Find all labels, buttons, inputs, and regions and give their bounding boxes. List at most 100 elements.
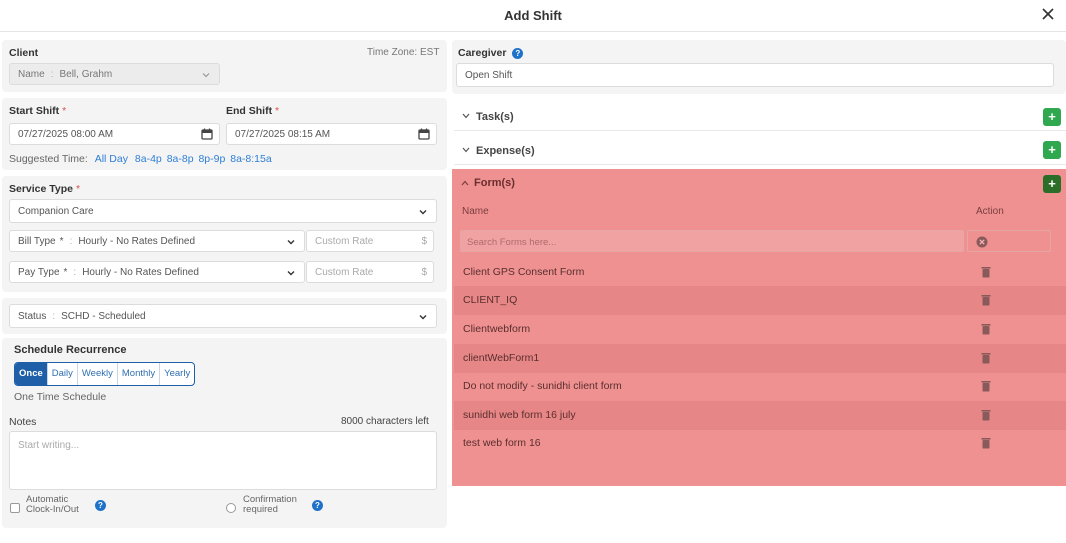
client-label: Client [9,47,39,59]
form-name: CLIENT_IQ [463,294,518,306]
chevron-down-icon [462,147,470,153]
tasks-label: Task(s) [476,111,514,123]
bill-custom-rate-input[interactable]: Custom Rate $ [306,230,434,252]
bill-type-value: Hourly - No Rates Defined [78,235,196,247]
form-name: Do not modify - sunidhi client form [463,380,622,392]
forms-section: Form(s) + Name Action Search Forms here.… [452,169,1066,486]
trash-icon[interactable] [981,266,991,278]
auto-clock-checkbox[interactable] [10,503,20,513]
end-shift-label: End Shift * [226,105,280,117]
status-value: SCHD - Scheduled [61,310,146,322]
trash-icon[interactable] [981,294,991,306]
status-label: Status [18,310,47,322]
caregiver-label: Caregiver ? [458,47,524,59]
recurrence-toggle: Once Daily Weekly Monthly Yearly [14,362,196,386]
form-row: clientWebForm1 [454,344,1066,373]
trash-icon[interactable] [981,409,991,421]
chevron-down-icon [287,271,295,276]
forms-col-action: Action [976,206,1004,217]
currency-symbol: $ [421,235,427,247]
form-row: CLIENT_IQ [454,286,1066,315]
chevron-down-icon [419,315,427,320]
close-button[interactable] [1036,2,1060,26]
form-name: Clientwebform [463,323,531,335]
recurrence-weekly[interactable]: Weekly [78,363,118,385]
suggested-8a-815a[interactable]: 8a-8:15a [230,153,271,165]
add-task-button[interactable]: + [1043,108,1061,126]
chevron-down-icon [287,240,295,245]
add-form-button[interactable]: + [1043,175,1061,193]
suggested-8a-8p[interactable]: 8a-8p [167,153,194,165]
client-name-value: Bell, Grahm [59,68,113,80]
pay-type-value: Hourly - No Rates Defined [82,266,199,278]
modal-header: Add Shift [0,0,1066,32]
client-name-select[interactable]: Name : Bell, Grahm [9,63,220,85]
form-row: Clientwebform [454,315,1066,344]
notes-label: Notes [9,416,37,428]
form-row: Do not modify - sunidhi client form [454,372,1066,401]
pay-custom-rate-input[interactable]: Custom Rate $ [306,261,434,283]
caregiver-help-icon[interactable]: ? [512,47,524,59]
calendar-icon[interactable] [201,128,213,140]
suggested-time-label: Suggested Time: [9,153,88,165]
recurrence-once[interactable]: Once [15,363,48,385]
chevron-down-icon [202,73,210,78]
currency-symbol: $ [421,266,427,278]
recurrence-monthly[interactable]: Monthly [118,363,161,385]
form-name: Client GPS Consent Form [463,266,585,278]
form-row: test web form 16 [454,429,1066,458]
form-name: test web form 16 [463,437,541,449]
confirmation-help-icon[interactable]: ? [312,500,323,511]
client-name-prefix: Name [18,68,45,80]
forms-label: Form(s) [474,177,515,189]
form-name: clientWebForm1 [463,352,540,364]
pay-type-label: Pay Type [18,266,60,278]
recurrence-yearly[interactable]: Yearly [160,363,194,385]
suggested-all-day[interactable]: All Day [95,153,128,165]
clear-icon [976,236,988,248]
trash-icon[interactable] [981,437,991,449]
timezone-label: Time Zone: EST [367,47,440,58]
trash-icon[interactable] [981,323,991,335]
chevron-down-icon [462,113,470,119]
tasks-accordion[interactable]: Task(s) [454,103,1066,131]
recurrence-daily[interactable]: Daily [48,363,78,385]
recurrence-description: One Time Schedule [14,391,107,403]
confirmation-label: Confirmation required [243,494,297,515]
add-expense-button[interactable]: + [1043,141,1061,159]
suggested-8a-4p[interactable]: 8a-4p [135,153,162,165]
start-shift-label: Start Shift * [9,105,67,117]
expenses-accordion[interactable]: Expense(s) [454,137,1066,165]
bill-type-select[interactable]: Bill Type * : Hourly - No Rates Defined [9,230,305,252]
end-shift-input[interactable]: 07/27/2025 08:15 AM [226,123,437,145]
notes-counter: 8000 characters left [341,416,429,427]
form-name: sunidhi web form 16 july [463,409,576,421]
status-select[interactable]: Status : SCHD - Scheduled [9,304,437,328]
suggested-8p-9p[interactable]: 8p-9p [198,153,225,165]
form-row: Client GPS Consent Form [454,258,1066,287]
modal-title: Add Shift [504,8,562,23]
forms-search-clear[interactable] [967,230,1051,252]
separator: : [50,68,54,80]
service-type-label: Service Type * [9,183,81,195]
service-type-select[interactable]: Companion Care [9,199,437,223]
auto-clock-help-icon[interactable]: ? [95,500,106,511]
expenses-label: Expense(s) [476,145,535,157]
confirmation-checkbox[interactable] [226,503,236,513]
auto-clock-label: Automatic Clock-In/Out [26,494,79,515]
notes-textarea[interactable]: Start writing... [9,431,437,490]
start-shift-input[interactable]: 07/27/2025 08:00 AM [9,123,220,145]
calendar-icon[interactable] [418,128,430,140]
trash-icon[interactable] [981,352,991,364]
forms-accordion-header[interactable]: Form(s) [452,169,1066,197]
pay-type-select[interactable]: Pay Type * : Hourly - No Rates Defined [9,261,305,283]
forms-search-input[interactable]: Search Forms here... [460,230,964,252]
close-icon [1042,8,1054,20]
forms-col-name: Name [462,206,489,217]
suggested-time-row: Suggested Time: All Day 8a-4p 8a-8p 8p-9… [9,153,272,165]
trash-icon[interactable] [981,380,991,392]
chevron-up-icon [461,180,469,186]
chevron-down-icon [419,210,427,215]
caregiver-input[interactable]: Open Shift [456,63,1054,87]
bill-type-label: Bill Type [18,235,56,247]
